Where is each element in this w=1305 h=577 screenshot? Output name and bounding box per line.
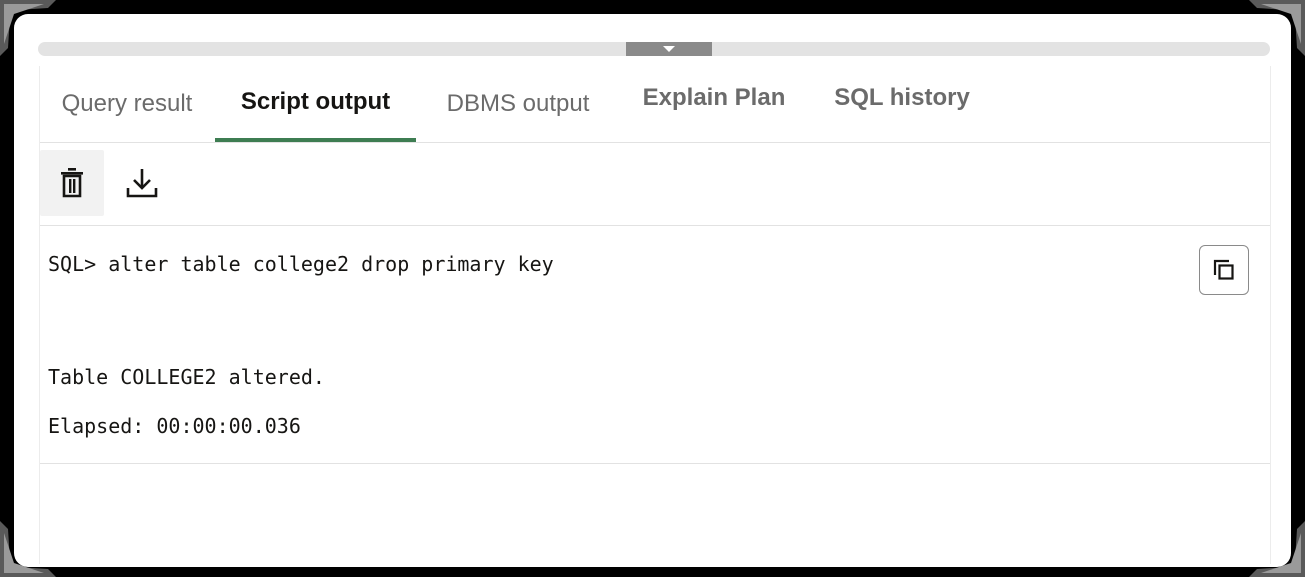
sql-command-line: SQL> alter table college2 drop primary k… <box>48 252 554 276</box>
clear-output-button[interactable] <box>40 150 104 216</box>
copy-output-button[interactable] <box>1199 245 1249 295</box>
output-toolbar <box>40 143 1270 226</box>
tab-script-output[interactable]: Script output <box>215 66 416 142</box>
splitter-handle[interactable] <box>626 42 712 56</box>
download-icon <box>126 169 158 198</box>
output-content: Query result Script output DBMS output E… <box>39 66 1271 564</box>
tab-dbms-output[interactable]: DBMS output <box>418 66 618 142</box>
tab-label: Script output <box>240 88 391 115</box>
copy-icon <box>1213 259 1234 280</box>
trash-icon <box>61 168 83 198</box>
result-message: Table COLLEGE2 altered. <box>48 365 325 389</box>
elapsed-time: Elapsed: 00:00:00.036 <box>48 414 301 438</box>
download-output-button[interactable] <box>110 150 174 216</box>
tab-query-result[interactable]: Query result <box>40 66 214 142</box>
tab-bar: Query result Script output DBMS output E… <box>40 66 1270 143</box>
tab-label: Explain Plan <box>642 84 786 111</box>
script-output-area: SQL> alter table college2 drop primary k… <box>40 226 1270 464</box>
tab-label: SQL history <box>834 84 970 111</box>
tab-label: DBMS output <box>446 90 590 117</box>
tab-label: Query result <box>61 90 193 117</box>
panel-splitter[interactable] <box>38 42 1270 56</box>
tab-explain-plan[interactable]: Explain Plan <box>618 66 810 142</box>
output-panel: Query result Script output DBMS output E… <box>14 14 1291 567</box>
tab-sql-history[interactable]: SQL history <box>810 66 994 142</box>
window-frame: Query result Script output DBMS output E… <box>0 0 1305 577</box>
collapse-arrow-icon <box>663 46 675 52</box>
